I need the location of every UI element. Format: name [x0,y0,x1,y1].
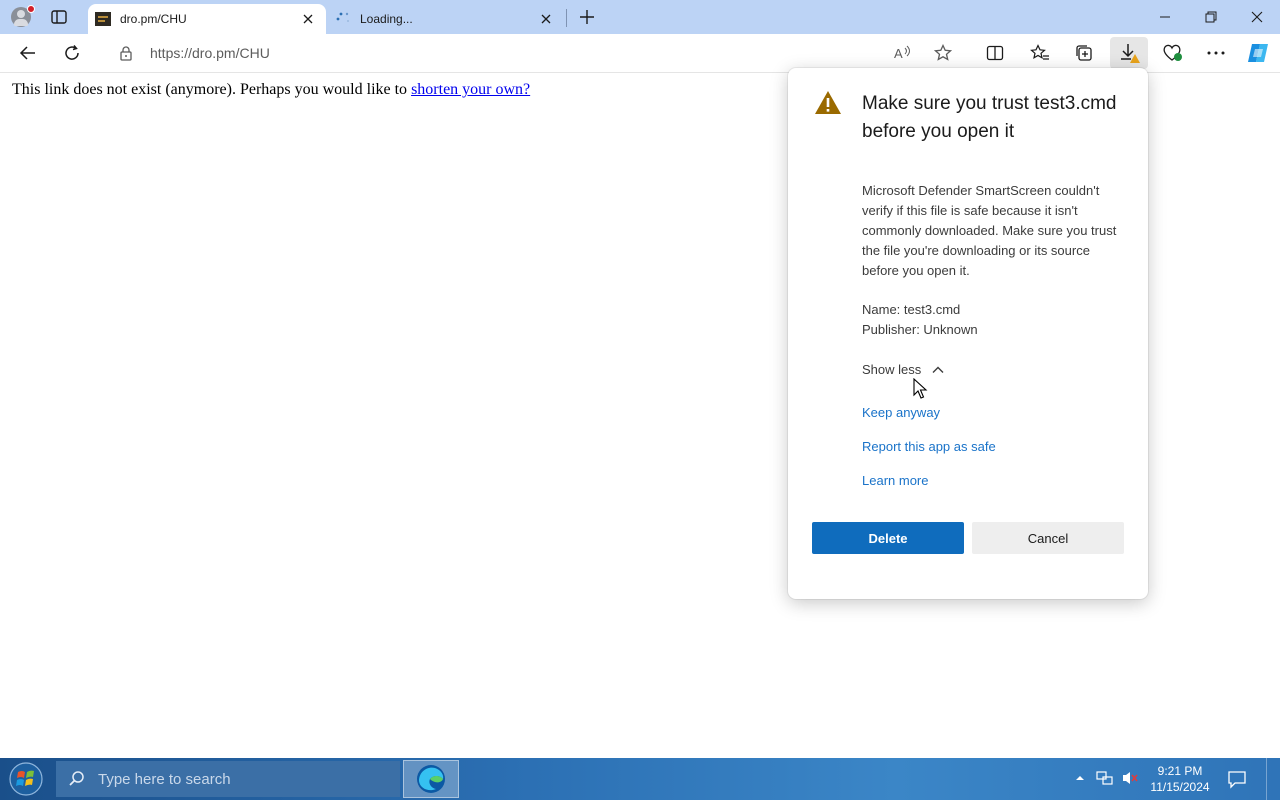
copilot-button[interactable] [1244,39,1272,67]
downloads-button[interactable] [1110,37,1148,69]
lock-icon[interactable] [118,45,134,61]
split-screen-button[interactable] [981,39,1009,67]
url-text: https://dro.pm/CHU [150,45,270,61]
plus-icon [580,10,594,24]
close-tab-icon[interactable] [296,7,320,31]
show-hidden-icons-button[interactable] [1070,768,1090,788]
file-details: Name: test3.cmd Publisher: Unknown [862,300,1128,340]
tab-label: dro.pm/CHU [120,12,187,26]
more-dots-icon [1207,51,1225,55]
taskbar-edge-app[interactable] [403,760,459,798]
not-found-message: This link does not exist (anymore). Perh… [12,81,530,99]
clock-time: 9:21 PM [1157,764,1203,778]
restore-button[interactable] [1188,0,1234,34]
flyout-title: Make sure you trust test3.cmd before you… [862,93,1117,142]
restore-icon [1205,11,1217,23]
download-warning-icon [1121,44,1140,63]
windows-orb-icon [9,762,43,796]
download-warning-flyout: Make sure you trust test3.cmd before you… [788,68,1148,599]
keep-anyway-link[interactable]: Keep anyway [862,405,940,420]
volume-muted-icon[interactable] [1120,768,1140,788]
read-aloud-button[interactable]: A [889,39,917,67]
minimize-icon [1160,16,1170,18]
browser-essentials-button[interactable] [1159,39,1187,67]
network-icon[interactable] [1095,768,1115,788]
close-icon [1251,11,1263,23]
chevron-up-icon [1076,776,1084,780]
back-arrow-icon [19,46,35,60]
show-less-toggle[interactable]: Show less [862,362,945,377]
tab-dro-pm[interactable]: dro.pm/CHU [88,4,326,34]
learn-more-link[interactable]: Learn more [862,473,928,488]
start-button[interactable] [6,760,46,798]
tab-label: Loading... [360,12,413,26]
search-icon [68,770,86,788]
shorten-your-own-link[interactable]: shorten your own? [411,81,530,98]
message-text: This link does not exist (anymore). Perh… [12,81,412,98]
site-favicon-icon [95,11,111,27]
profile-button[interactable] [9,5,35,29]
refresh-icon [65,45,79,60]
mouse-pointer-icon [913,377,929,400]
close-window-button[interactable] [1234,0,1280,34]
search-placeholder: Type here to search [98,770,231,788]
svg-text:A: A [894,46,903,61]
browser-toolbar: https://dro.pm/CHU A [0,34,1280,72]
delete-button[interactable]: Delete [812,522,964,554]
action-center-icon[interactable] [1226,768,1248,790]
settings-more-button[interactable] [1202,39,1230,67]
read-aloud-icon: A [894,45,910,61]
file-name: Name: test3.cmd [862,302,961,317]
collections-icon [1076,45,1092,61]
show-desktop-button[interactable] [1266,758,1280,800]
tab-separator [566,9,567,27]
edge-browser-icon [417,765,445,793]
tab-strip: dro.pm/CHU Loading... [0,0,1280,34]
loading-spinner-icon [335,11,351,27]
system-clock[interactable]: 9:21 PM 11/15/2024 [1142,763,1218,795]
warning-triangle-icon [814,90,842,116]
star-icon [934,44,952,61]
favorite-star-button[interactable] [929,39,957,67]
chevron-up-icon [931,363,945,377]
favorites-list-icon [1030,44,1049,60]
taskbar: Type here to search 9:21 PM 11/15/2024 [0,758,1280,800]
heart-pulse-icon [1163,44,1182,61]
collections-button[interactable] [1070,39,1098,67]
tab-actions-icon[interactable] [50,8,68,26]
back-button[interactable] [14,39,42,67]
split-screen-icon [986,45,1004,61]
copilot-icon [1248,44,1268,62]
minimize-button[interactable] [1142,0,1188,34]
report-safe-link[interactable]: Report this app as safe [862,439,996,454]
show-less-label: Show less [862,362,922,377]
close-tab-icon[interactable] [534,7,558,31]
notification-dot-icon [27,5,35,13]
file-publisher: Publisher: Unknown [862,322,978,337]
favorites-button[interactable] [1026,39,1054,67]
flyout-description: Microsoft Defender SmartScreen couldn't … [862,183,1117,278]
taskbar-search-box[interactable]: Type here to search [56,761,400,797]
cancel-button[interactable]: Cancel [972,522,1124,554]
address-bar[interactable]: https://dro.pm/CHU [102,38,970,68]
tab-loading[interactable]: Loading... [328,4,564,34]
clock-date: 11/15/2024 [1150,780,1210,794]
new-tab-button[interactable] [576,6,598,28]
refresh-button[interactable] [58,39,86,67]
